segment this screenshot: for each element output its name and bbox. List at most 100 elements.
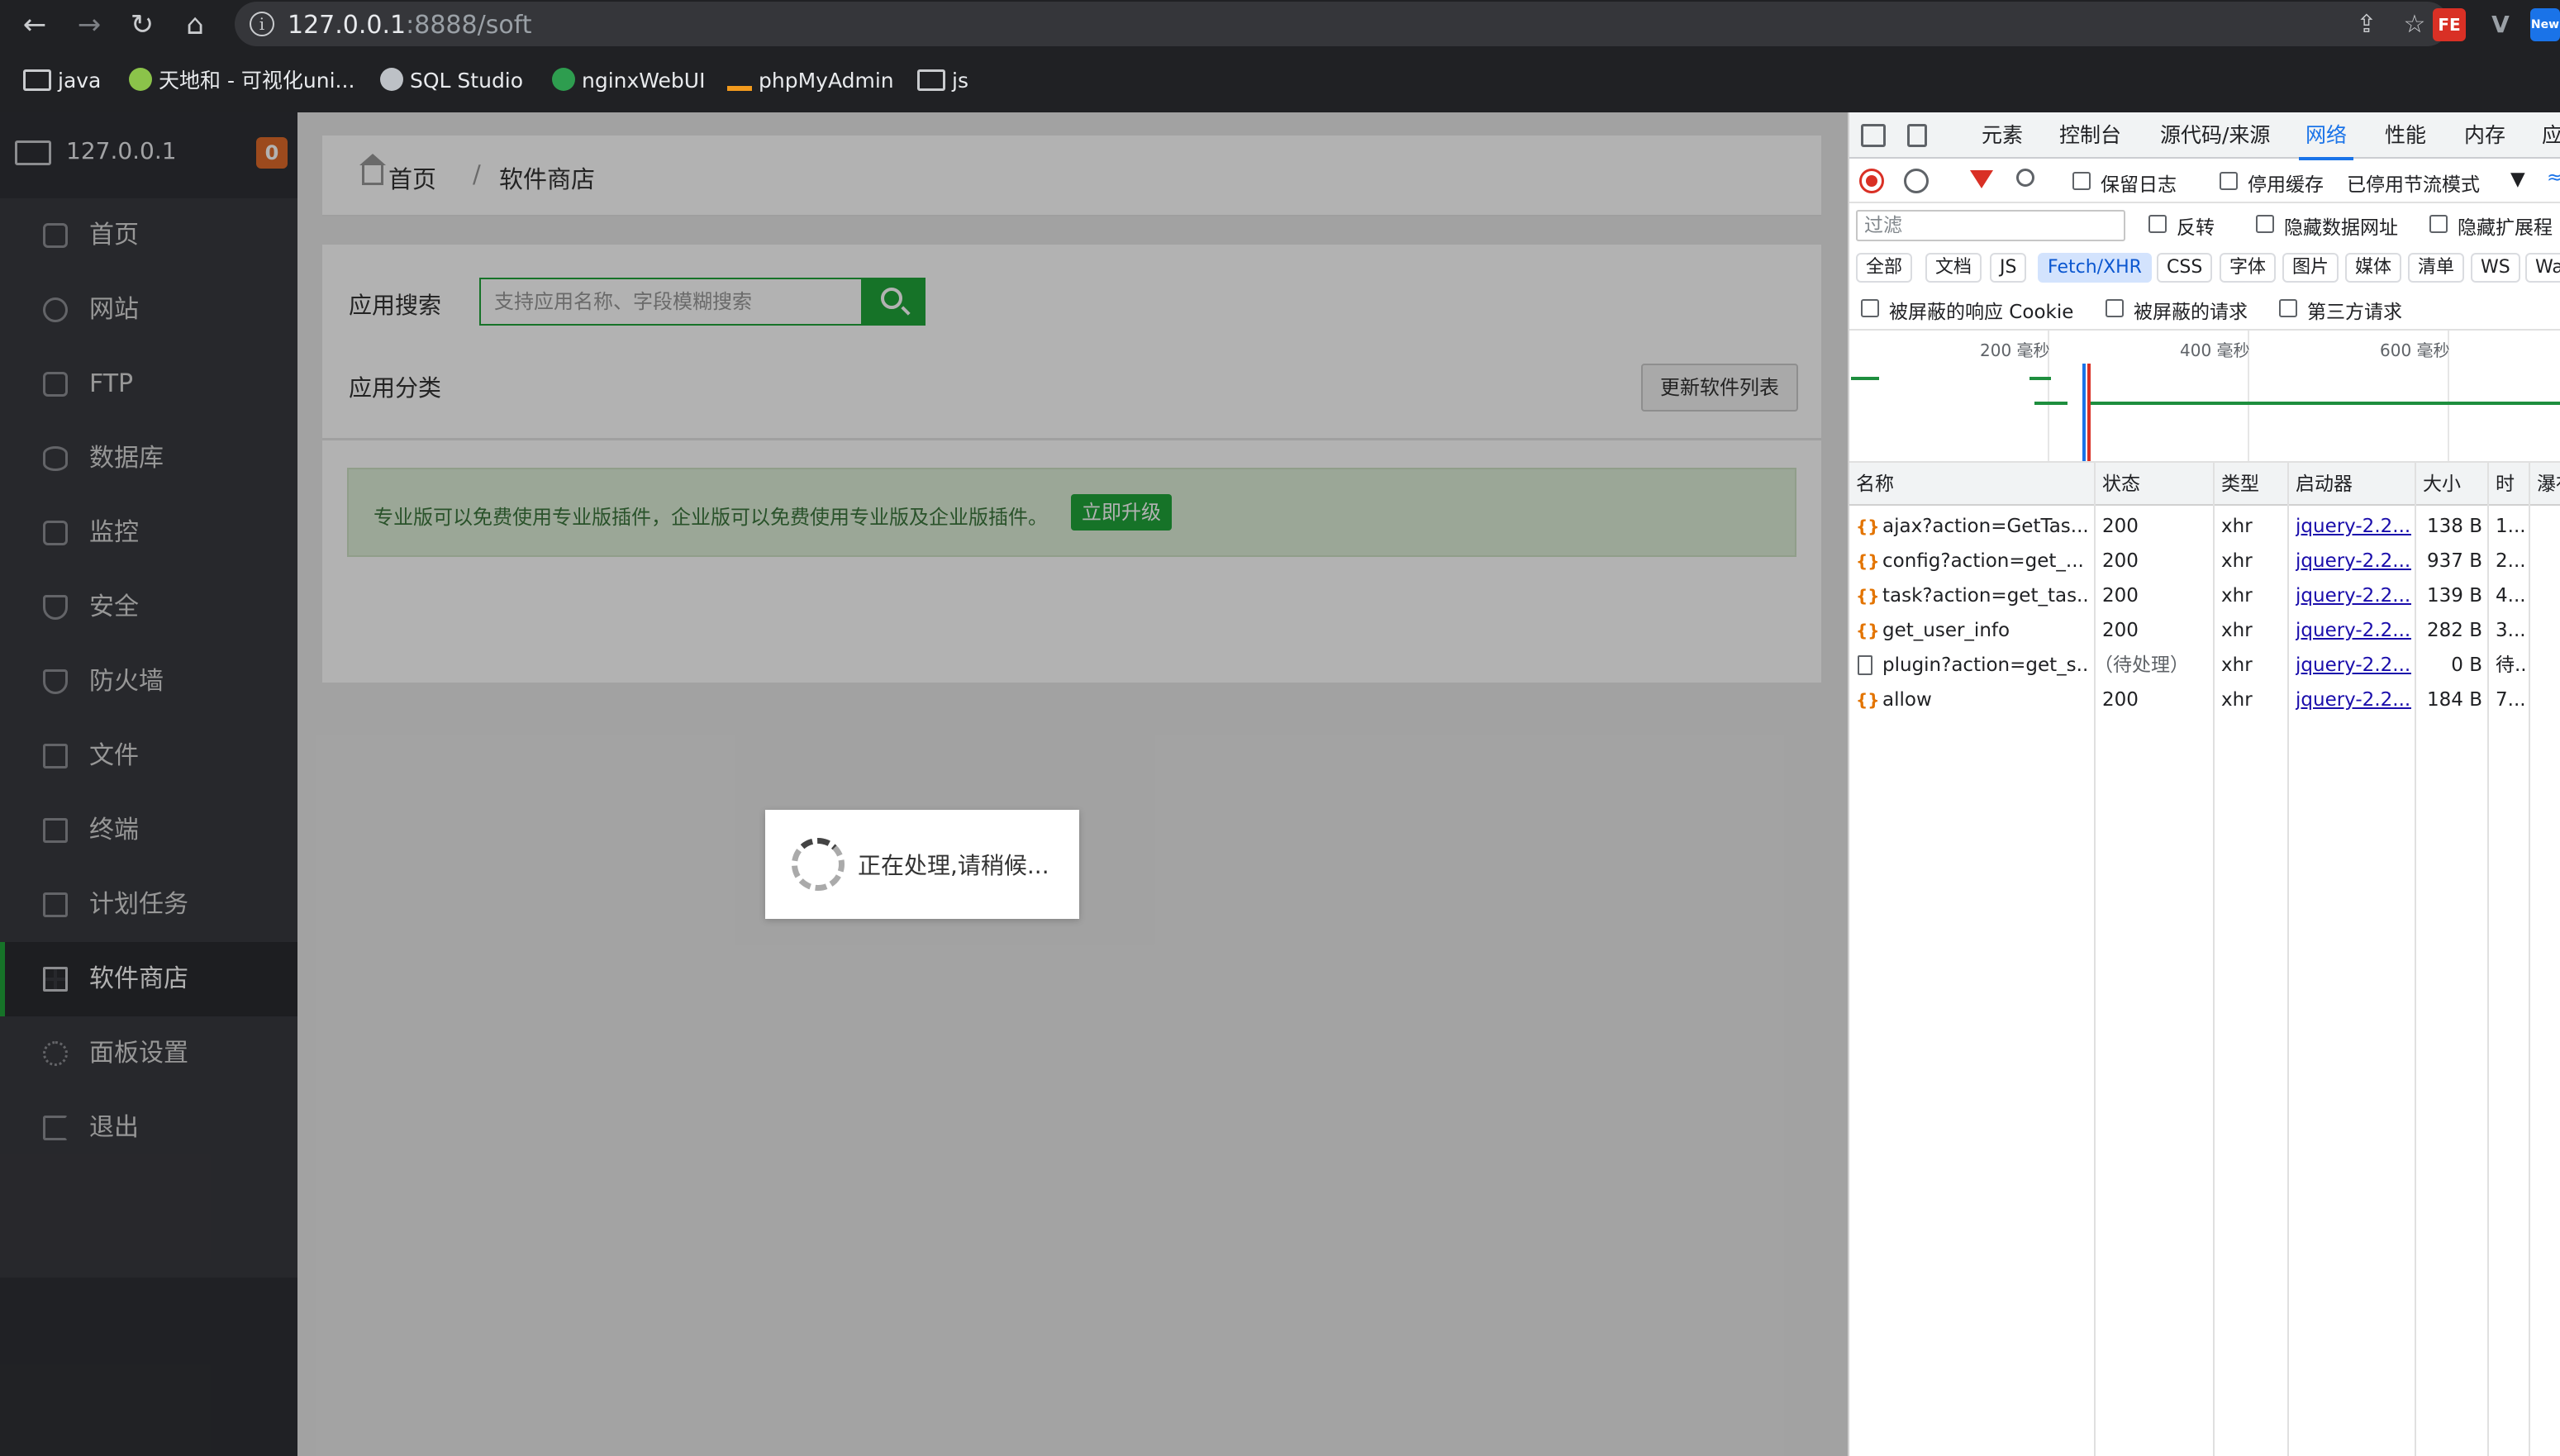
tab-memory[interactable]: 内存 <box>2464 112 2505 159</box>
table-row[interactable]: plugin?action=get_s... （待处理） xhr jquery-… <box>1849 648 2560 683</box>
fe-extension-icon[interactable]: FE <box>2433 8 2466 41</box>
chip-css[interactable]: CSS <box>2157 253 2213 283</box>
third-party-checkbox[interactable] <box>2279 299 2297 317</box>
address-bar[interactable]: i 127.0.0.1:8888/soft ⇪ ☆ <box>235 2 2449 46</box>
disable-cache-checkbox[interactable] <box>2220 172 2238 190</box>
back-arrow-icon[interactable]: ← <box>17 7 53 43</box>
wifi-icon[interactable]: ≈ <box>2547 167 2560 188</box>
chip-doc[interactable]: 文档 <box>1925 253 1982 283</box>
tab-performance[interactable]: 性能 <box>2385 112 2426 159</box>
blocked-cookies-checkbox[interactable] <box>1861 299 1879 317</box>
clear-icon[interactable] <box>1904 169 1929 193</box>
bookmark-js[interactable]: js <box>917 59 968 102</box>
dom-content-loaded-marker <box>2082 364 2086 461</box>
url-text: 127.0.0.1:8888/soft <box>288 11 532 40</box>
request-initiator[interactable]: jquery-2.2.... <box>2296 544 2411 578</box>
chip-manifest[interactable]: 清单 <box>2408 253 2465 283</box>
table-row[interactable]: {} get_user_info 200 xhr jquery-2.2.... … <box>1849 613 2560 648</box>
tab-sources[interactable]: 源代码/来源 <box>2160 112 2270 159</box>
chip-ws[interactable]: WS <box>2471 253 2520 283</box>
request-status: 200 <box>2102 550 2139 572</box>
inspect-element-icon[interactable] <box>1861 124 1886 147</box>
network-overview-timeline[interactable]: 200 毫秒 400 毫秒 600 毫秒 <box>1849 331 2560 463</box>
bookmark-java[interactable]: java <box>23 59 101 102</box>
reload-icon[interactable]: ↻ <box>124 7 160 43</box>
tab-console[interactable]: 控制台 <box>2059 112 2121 159</box>
chip-img[interactable]: 图片 <box>2282 253 2339 283</box>
request-type: xhr <box>2221 654 2253 676</box>
chip-media[interactable]: 媒体 <box>2345 253 2402 283</box>
table-row[interactable]: {} task?action=get_tas... 200 xhr jquery… <box>1849 578 2560 613</box>
table-row[interactable]: {} ajax?action=GetTas... 200 xhr jquery-… <box>1849 509 2560 544</box>
bookmark-nginxwebui[interactable]: nginxWebUI <box>552 59 705 102</box>
invert-checkbox[interactable] <box>2148 215 2167 233</box>
bookmark-star-icon[interactable]: ☆ <box>2398 8 2431 41</box>
home-icon[interactable]: ⌂ <box>177 7 213 43</box>
site-info-icon[interactable]: i <box>250 12 274 36</box>
bookmark-label: SQL Studio <box>410 69 524 93</box>
filter-input[interactable] <box>1858 212 2124 240</box>
request-size: 138 B <box>2427 516 2482 537</box>
column-time[interactable]: 时 <box>2496 463 2515 506</box>
bookmark-tiandihe[interactable]: 天地和 - 可视化uni... <box>129 59 354 102</box>
timeline-label: 600 毫秒 <box>2380 340 2450 360</box>
table-row[interactable]: {} config?action=get_... 200 xhr jquery-… <box>1849 544 2560 578</box>
chip-font[interactable]: 字体 <box>2220 253 2277 283</box>
record-icon[interactable] <box>1859 169 1884 193</box>
disable-cache-label: 停用缓存 <box>2248 174 2324 196</box>
search-icon[interactable] <box>2016 169 2034 187</box>
filter-icon[interactable] <box>1970 170 1993 188</box>
table-row[interactable]: {} allow 200 xhr jquery-2.2.... 184 B 7.… <box>1849 683 2560 717</box>
throttling-select[interactable]: 已停用节流模式 <box>2347 169 2480 197</box>
column-waterfall[interactable]: 瀑布 <box>2537 463 2560 506</box>
request-initiator[interactable]: jquery-2.2.... <box>2296 509 2411 544</box>
xhr-icon: {} <box>1856 516 1880 536</box>
request-time: 1... <box>2496 516 2526 537</box>
tab-elements[interactable]: 元素 <box>1982 112 2023 159</box>
hide-extension-checkbox[interactable] <box>2429 215 2448 233</box>
site-icon <box>129 68 152 91</box>
bookmark-sql-studio[interactable]: SQL Studio <box>380 59 523 102</box>
v-extension-icon[interactable]: V <box>2484 8 2517 41</box>
filter-row: 反转 隐藏数据网址 隐藏扩展程 <box>1849 203 2560 246</box>
request-initiator[interactable]: jquery-2.2.... <box>2296 683 2411 717</box>
blocked-requests-checkbox[interactable] <box>2106 299 2124 317</box>
request-status: 200 <box>2102 689 2139 711</box>
tab-network[interactable]: 网络 <box>2298 112 2354 160</box>
preserve-log-checkbox[interactable] <box>2072 172 2091 190</box>
forward-arrow-icon[interactable]: → <box>71 7 107 43</box>
request-status: 200 <box>2102 516 2139 537</box>
hide-data-urls-checkbox[interactable] <box>2256 215 2274 233</box>
new-extension-icon[interactable]: New <box>2530 8 2560 41</box>
chip-fetch-xhr[interactable]: Fetch/XHR <box>2038 253 2152 283</box>
chevron-down-icon[interactable]: ▼ <box>2510 169 2525 190</box>
column-name[interactable]: 名称 <box>1856 463 1894 506</box>
share-icon[interactable]: ⇪ <box>2350 8 2383 41</box>
modal-overlay <box>0 112 1848 1456</box>
folder-icon <box>917 69 945 91</box>
invert-label: 反转 <box>2177 217 2215 239</box>
request-time: 4... <box>2496 585 2526 607</box>
request-initiator[interactable]: jquery-2.2.... <box>2296 613 2411 648</box>
request-size: 0 B <box>2451 654 2482 676</box>
chip-js[interactable]: JS <box>1990 253 2027 283</box>
browser-toolbar: ← → ↻ ⌂ i 127.0.0.1:8888/soft ⇪ ☆ FE V N… <box>0 0 2560 50</box>
column-status[interactable]: 状态 <box>2102 463 2140 506</box>
column-type[interactable]: 类型 <box>2221 463 2259 506</box>
column-size[interactable]: 大小 <box>2423 463 2461 506</box>
device-toolbar-icon[interactable] <box>1907 124 1927 147</box>
chip-wasm[interactable]: Wa <box>2525 253 2560 283</box>
request-name: plugin?action=get_s... <box>1882 654 2089 676</box>
tab-application[interactable]: 应 <box>2542 112 2560 159</box>
column-initiator[interactable]: 启动器 <box>2296 463 2353 506</box>
timeline-label: 200 毫秒 <box>1980 340 2050 360</box>
chip-all[interactable]: 全部 <box>1856 253 1913 283</box>
request-type: xhr <box>2221 620 2253 641</box>
bookmark-phpmyadmin[interactable]: phpMyAdmin <box>727 59 894 102</box>
request-bar <box>2034 402 2068 405</box>
browser-chrome: ← → ↻ ⌂ i 127.0.0.1:8888/soft ⇪ ☆ FE V N… <box>0 0 2560 112</box>
xhr-icon: {} <box>1856 551 1880 571</box>
request-initiator[interactable]: jquery-2.2.... <box>2296 578 2411 613</box>
request-initiator[interactable]: jquery-2.2.... <box>2296 648 2411 683</box>
loading-dialog: 正在处理,请稍候... <box>765 810 1079 919</box>
